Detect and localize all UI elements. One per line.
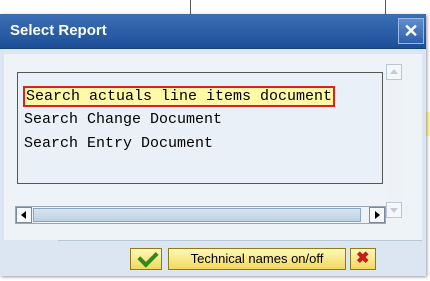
scroll-up-icon[interactable] <box>386 64 402 80</box>
list-item[interactable]: Search Entry Document <box>24 135 213 152</box>
report-list[interactable]: Search actuals line items document Searc… <box>17 72 383 184</box>
background-divider <box>190 0 191 14</box>
close-icon: ✕ <box>403 21 419 41</box>
dialog-body: Search actuals line items document Searc… <box>4 54 422 240</box>
scroll-left-icon[interactable] <box>16 207 32 223</box>
footer-divider <box>58 240 422 243</box>
scroll-right-icon[interactable] <box>369 207 385 223</box>
cancel-button[interactable]: ✖ <box>350 248 376 270</box>
background-divider <box>385 0 386 14</box>
technical-names-toggle-button[interactable]: Technical names on/off <box>168 248 346 270</box>
dialog-title: Select Report <box>10 22 107 39</box>
horizontal-scrollbar[interactable] <box>15 206 386 224</box>
dialog-titlebar[interactable]: Select Report ✕ <box>0 14 426 49</box>
select-report-dialog: Select Report ✕ Search actuals line item… <box>0 14 426 276</box>
close-button[interactable]: ✕ <box>398 18 424 44</box>
check-icon <box>137 246 159 268</box>
ok-button[interactable] <box>130 246 162 270</box>
vertical-scrollbar[interactable] <box>386 64 402 218</box>
scrollbar-thumb[interactable] <box>33 208 361 222</box>
scroll-down-icon[interactable] <box>386 202 402 218</box>
background-highlight <box>426 112 430 136</box>
list-item[interactable]: Search Change Document <box>24 111 222 128</box>
list-item-selected[interactable]: Search actuals line items document <box>23 86 336 107</box>
cancel-icon: ✖ <box>356 250 370 267</box>
